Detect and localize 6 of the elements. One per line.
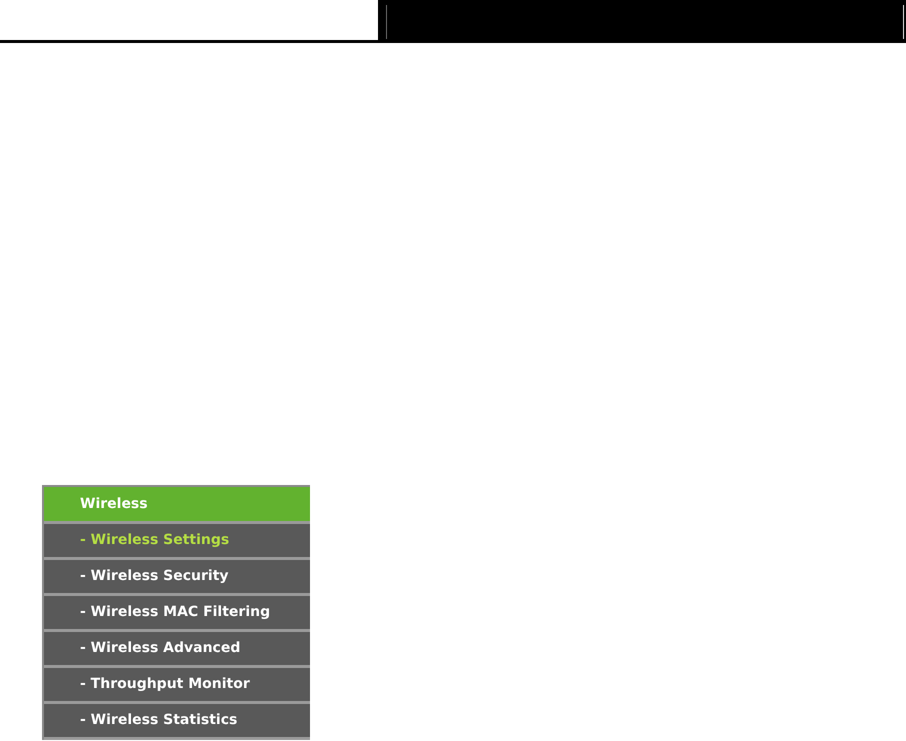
menu-item[interactable]: - Wireless Security	[44, 557, 310, 593]
menu-item[interactable]: - Wireless Settings	[44, 521, 310, 557]
menu-item[interactable]: - Wireless Statistics	[44, 701, 310, 737]
menu-item[interactable]: - Throughput Monitor	[44, 665, 310, 701]
menu-item[interactable]: - Wireless MAC Filtering	[44, 593, 310, 629]
menu-item[interactable]: - Wireless Advanced	[44, 629, 310, 665]
